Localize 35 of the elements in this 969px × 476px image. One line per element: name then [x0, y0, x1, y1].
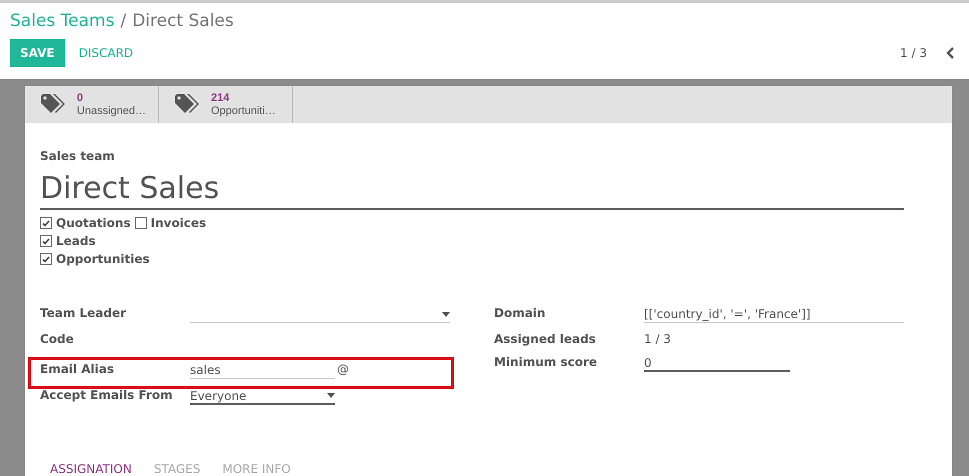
pager-counter: 1 / 3: [900, 46, 927, 60]
accept-emails-select[interactable]: Everyone: [190, 388, 335, 405]
breadcrumb-separator: /: [120, 11, 126, 31]
alias-domain-sign: @: [337, 362, 349, 376]
stat-button[interactable]: 0 Unassigned…: [25, 86, 159, 123]
checkbox[interactable]: [40, 253, 52, 265]
form-tab[interactable]: ASSIGNATION: [50, 462, 132, 476]
field-label: Code: [40, 332, 75, 346]
domain-field[interactable]: [['country_id', '=', 'France']]: [644, 306, 904, 323]
email-alias-field[interactable]: sales: [190, 362, 335, 379]
caret-icon: [327, 393, 335, 398]
field-label: Assigned leads: [494, 332, 597, 346]
team-name-field[interactable]: Direct Sales: [40, 163, 904, 210]
field-value: 1 / 3: [644, 332, 671, 346]
check-icon: [42, 238, 50, 244]
checkbox-option[interactable]: Opportunities: [40, 252, 150, 266]
stat-button[interactable]: 214 Opportuniti…: [159, 86, 293, 123]
form-caption: Sales team: [40, 149, 116, 163]
checkbox-option[interactable]: Leads: [40, 234, 96, 248]
field-label: Minimum score: [494, 355, 598, 369]
field-label: Email Alias: [40, 362, 115, 376]
breadcrumb-current: Direct Sales: [132, 11, 234, 31]
check-icon: [42, 256, 50, 262]
checkbox[interactable]: [40, 217, 52, 229]
field-label: Domain: [494, 306, 546, 320]
caret-icon: [442, 312, 450, 316]
check-icon: [42, 220, 50, 226]
checkbox[interactable]: [40, 235, 52, 247]
minimum-score-field[interactable]: 0: [644, 355, 790, 372]
field-label: Team Leader: [40, 306, 128, 320]
checkbox-option[interactable]: Quotations: [40, 216, 131, 230]
previous-icon[interactable]: [945, 47, 955, 59]
checkbox[interactable]: [134, 217, 147, 229]
checkbox-option[interactable]: Invoices: [134, 216, 206, 230]
field-label: Accept Emails From: [40, 388, 174, 402]
